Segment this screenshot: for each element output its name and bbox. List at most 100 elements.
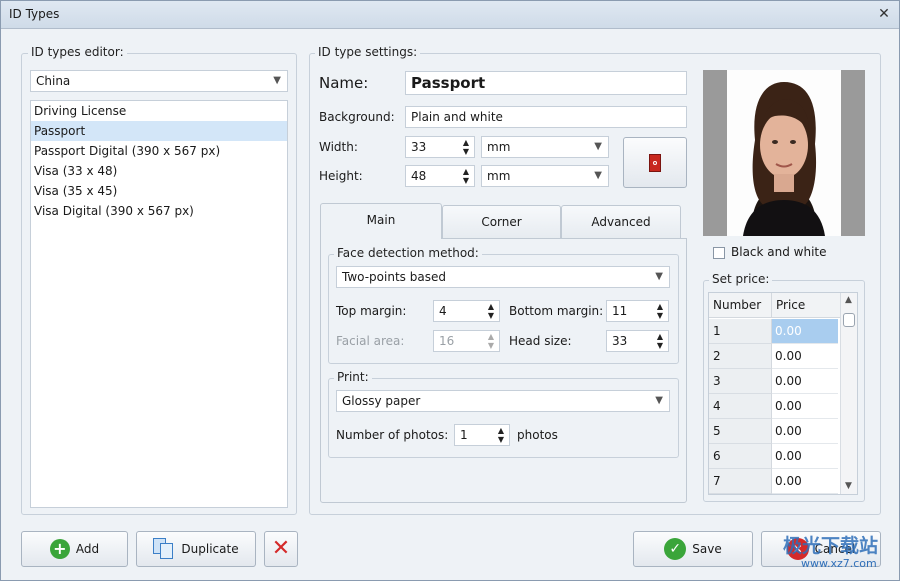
id-types-window: ID Types ✕ ID types editor: China ▼ Driv… — [0, 0, 900, 581]
price-row-number[interactable]: 3 — [709, 369, 772, 394]
face-method-select[interactable]: Two-points based ▼ — [336, 266, 670, 288]
scroll-up-icon[interactable]: ▲ — [845, 295, 852, 305]
price-row-number[interactable]: 7 — [709, 469, 772, 494]
paper-value: Glossy paper — [342, 394, 421, 408]
height-unit-select[interactable]: mm ▼ — [481, 165, 609, 187]
watermark-url: www.xz7.com — [801, 557, 877, 570]
price-row-number[interactable]: 6 — [709, 444, 772, 469]
tab-main[interactable]: Main — [320, 203, 442, 239]
head-size-spinner[interactable]: 33 ▲ ▼ — [606, 330, 669, 352]
dropdown-arrow-icon: ▼ — [594, 170, 602, 181]
facial-area-value: 16 — [439, 334, 455, 348]
number-of-photos-label: Number of photos: — [336, 428, 449, 442]
tab-corner[interactable]: Corner — [442, 205, 561, 239]
close-icon[interactable]: ✕ — [875, 5, 893, 23]
phone-record-icon — [649, 153, 661, 172]
list-item[interactable]: Visa (35 x 45) — [31, 181, 287, 201]
width-label: Width: — [319, 140, 358, 154]
black-and-white-checkbox[interactable] — [713, 247, 725, 259]
add-label: Add — [75, 542, 100, 556]
duplicate-label: Duplicate — [181, 542, 239, 556]
price-row-value[interactable]: 0.00 — [772, 369, 838, 394]
delete-x-icon: ✕ — [271, 536, 291, 561]
id-type-settings-label: ID type settings: — [315, 45, 421, 59]
spin-arrows-icon[interactable]: ▲ ▼ — [655, 302, 665, 320]
background-label: Background: — [319, 110, 395, 124]
background-value: Plain and white — [411, 110, 503, 124]
price-table-scrollbar[interactable]: ▲ ▼ — [840, 293, 857, 494]
price-row-value[interactable]: 0.00 — [772, 319, 838, 344]
delete-button[interactable]: ✕ — [264, 531, 298, 567]
paper-select[interactable]: Glossy paper ▼ — [336, 390, 670, 412]
window-title: ID Types — [9, 7, 60, 21]
spin-arrows-icon[interactable]: ▲ ▼ — [461, 167, 471, 185]
country-select[interactable]: China ▼ — [30, 70, 288, 92]
dropdown-arrow-icon: ▼ — [655, 395, 663, 406]
duplicate-button[interactable]: Duplicate — [136, 531, 256, 567]
background-input[interactable]: Plain and white — [405, 106, 687, 128]
spin-arrows-icon: ▲ ▼ — [487, 332, 495, 350]
checkmark-icon: ✓ — [664, 538, 687, 560]
name-input[interactable]: Passport — [405, 71, 687, 95]
height-spinner[interactable]: 48 ▲ ▼ — [405, 165, 475, 187]
spin-arrows-icon[interactable]: ▲ ▼ — [655, 332, 665, 350]
id-types-list[interactable]: Driving License Passport Passport Digital … — [30, 100, 288, 508]
black-and-white-label: Black and white — [731, 245, 827, 259]
price-row-number[interactable]: 5 — [709, 419, 772, 444]
swap-orientation-button[interactable] — [623, 137, 687, 188]
width-unit-select[interactable]: mm ▼ — [481, 136, 609, 158]
top-margin-value: 4 — [439, 304, 447, 318]
save-label: Save — [692, 542, 722, 556]
price-row-value[interactable]: 0.00 — [772, 394, 838, 419]
list-item[interactable]: Passport Digital (390 x 567 px) — [31, 141, 287, 161]
top-margin-label: Top margin: — [336, 304, 407, 318]
column-header-number[interactable]: Number — [709, 293, 772, 318]
list-item[interactable]: Visa Digital (390 x 567 px) — [31, 201, 287, 221]
spin-arrows-icon[interactable]: ▲ ▼ — [461, 138, 471, 156]
scroll-thumb[interactable] — [843, 313, 855, 327]
price-row-value[interactable]: 0.00 — [772, 344, 838, 369]
bottom-margin-spinner[interactable]: 11 ▲ ▼ — [606, 300, 669, 322]
watermark-text: 极光下载站 — [783, 535, 879, 557]
number-of-photos-value: 1 — [460, 428, 468, 442]
head-size-value: 33 — [612, 334, 628, 348]
spin-arrows-icon[interactable]: ▲ ▼ — [496, 426, 506, 444]
price-row-value[interactable]: 0.00 — [772, 419, 838, 444]
name-value: Passport — [411, 74, 486, 92]
dropdown-arrow-icon: ▼ — [273, 75, 281, 86]
number-of-photos-spinner[interactable]: 1 ▲ ▼ — [454, 424, 510, 446]
save-button[interactable]: ✓ Save — [633, 531, 753, 567]
price-row-number[interactable]: 1 — [709, 319, 772, 344]
id-types-editor-label: ID types editor: — [28, 45, 127, 59]
add-button[interactable]: + Add — [21, 531, 128, 567]
price-row-value[interactable]: 0.00 — [772, 444, 838, 469]
price-row-number[interactable]: 4 — [709, 394, 772, 419]
list-item[interactable]: Visa (33 x 48) — [31, 161, 287, 181]
column-header-price[interactable]: Price — [772, 293, 840, 318]
list-item[interactable]: Passport — [31, 121, 287, 141]
tab-advanced[interactable]: Advanced — [561, 205, 681, 239]
print-label: Print: — [334, 370, 372, 384]
list-item[interactable]: Driving License — [31, 101, 287, 121]
facial-area-label: Facial area: — [336, 334, 405, 348]
name-label: Name: — [319, 74, 369, 92]
add-plus-icon: + — [49, 539, 70, 559]
price-row-value[interactable]: 0.00 — [772, 469, 838, 494]
head-size-label: Head size: — [509, 334, 572, 348]
dropdown-arrow-icon: ▼ — [655, 271, 663, 282]
width-spinner[interactable]: 33 ▲ ▼ — [405, 136, 475, 158]
face-method-value: Two-points based — [342, 270, 446, 284]
set-price-label: Set price: — [709, 272, 773, 286]
facial-area-spinner: 16 ▲ ▼ — [433, 330, 500, 352]
spin-arrows-icon[interactable]: ▲ ▼ — [486, 302, 496, 320]
height-value: 48 — [411, 169, 427, 183]
scroll-down-icon[interactable]: ▼ — [845, 481, 852, 491]
price-row-number[interactable]: 2 — [709, 344, 772, 369]
bottom-margin-value: 11 — [612, 304, 628, 318]
width-value: 33 — [411, 140, 427, 154]
price-table[interactable]: Number Price 1 0.00 2 0.00 3 0.00 4 0.00 5 0.00 6 0… — [708, 292, 858, 495]
bottom-margin-label: Bottom margin: — [509, 304, 604, 318]
face-detection-label: Face detection method: — [334, 246, 482, 260]
height-label: Height: — [319, 169, 363, 183]
top-margin-spinner[interactable]: 4 ▲ ▼ — [433, 300, 500, 322]
